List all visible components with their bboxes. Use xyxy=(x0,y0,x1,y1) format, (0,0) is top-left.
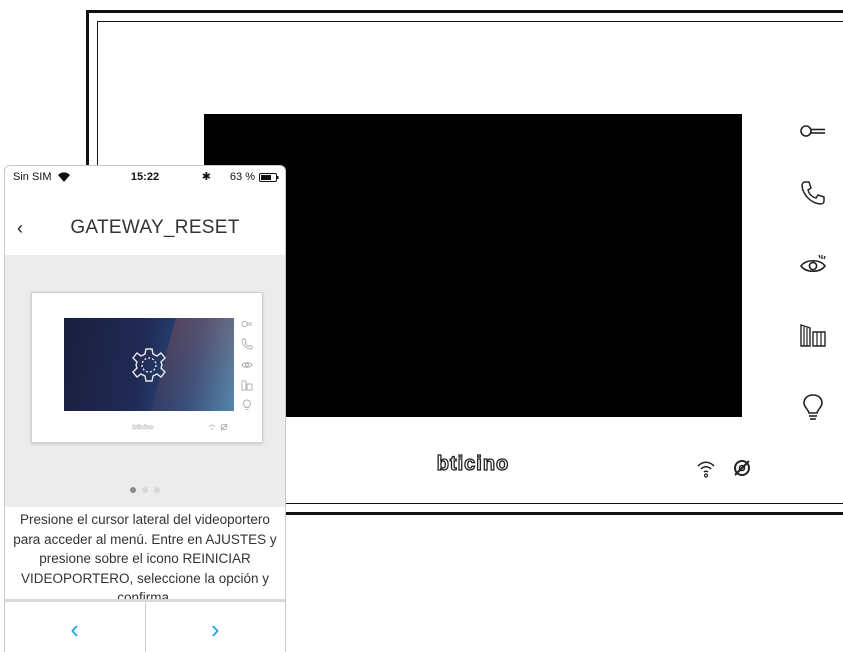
page-dot-active[interactable] xyxy=(130,487,136,493)
mini-eye-icon xyxy=(241,362,253,368)
instruction-image-carousel[interactable]: bticino xyxy=(5,255,285,507)
mini-gates-icon xyxy=(241,380,253,391)
battery-icon xyxy=(259,173,279,182)
phone-handset-icon[interactable] xyxy=(796,176,830,210)
bticino-logo: bticino xyxy=(436,453,510,475)
battery-percentage: 63 % xyxy=(229,171,255,183)
bluetooth-icon: ✱ xyxy=(201,171,211,183)
page-dot[interactable] xyxy=(154,487,160,493)
key-icon[interactable] xyxy=(796,114,830,148)
svg-text:bticino: bticino xyxy=(437,453,510,475)
mini-phone-icon xyxy=(241,338,253,350)
mini-bulb-icon xyxy=(243,399,251,410)
instructions-text: Presione el cursor lateral del videoport… xyxy=(13,512,277,605)
phone-status-bar: Sin SIM 15:22 ✱ 63 % xyxy=(5,166,285,188)
gates-icon[interactable] xyxy=(796,318,830,352)
mini-bticino-logo: bticino xyxy=(132,424,154,430)
muted-ring-icon xyxy=(734,460,750,476)
next-button[interactable]: › xyxy=(146,602,286,652)
wifi-icon xyxy=(697,461,715,478)
device-illustration-screen xyxy=(64,318,234,411)
previous-button[interactable]: ‹ xyxy=(5,602,146,652)
back-button[interactable]: ‹ xyxy=(17,218,23,239)
mini-muted-icon xyxy=(220,423,228,431)
eye-icon[interactable] xyxy=(796,248,830,282)
mobile-app-screen: Sin SIM 15:22 ✱ 63 % ‹ GATEWAY_RESET bti… xyxy=(4,165,286,652)
navigation-footer: ‹ › xyxy=(5,599,285,652)
device-illustration: bticino xyxy=(31,292,263,443)
carousel-page-indicator xyxy=(5,487,285,493)
mini-key-icon xyxy=(241,321,252,327)
page-title: GATEWAY_RESET xyxy=(70,217,240,238)
page-dot[interactable] xyxy=(142,487,148,493)
navigation-bar: ‹ GATEWAY_RESET xyxy=(5,188,285,254)
mini-wifi-icon xyxy=(208,424,216,430)
bulb-icon[interactable] xyxy=(796,390,830,424)
svg-text:bticino: bticino xyxy=(132,424,153,430)
gear-icon xyxy=(132,348,166,382)
